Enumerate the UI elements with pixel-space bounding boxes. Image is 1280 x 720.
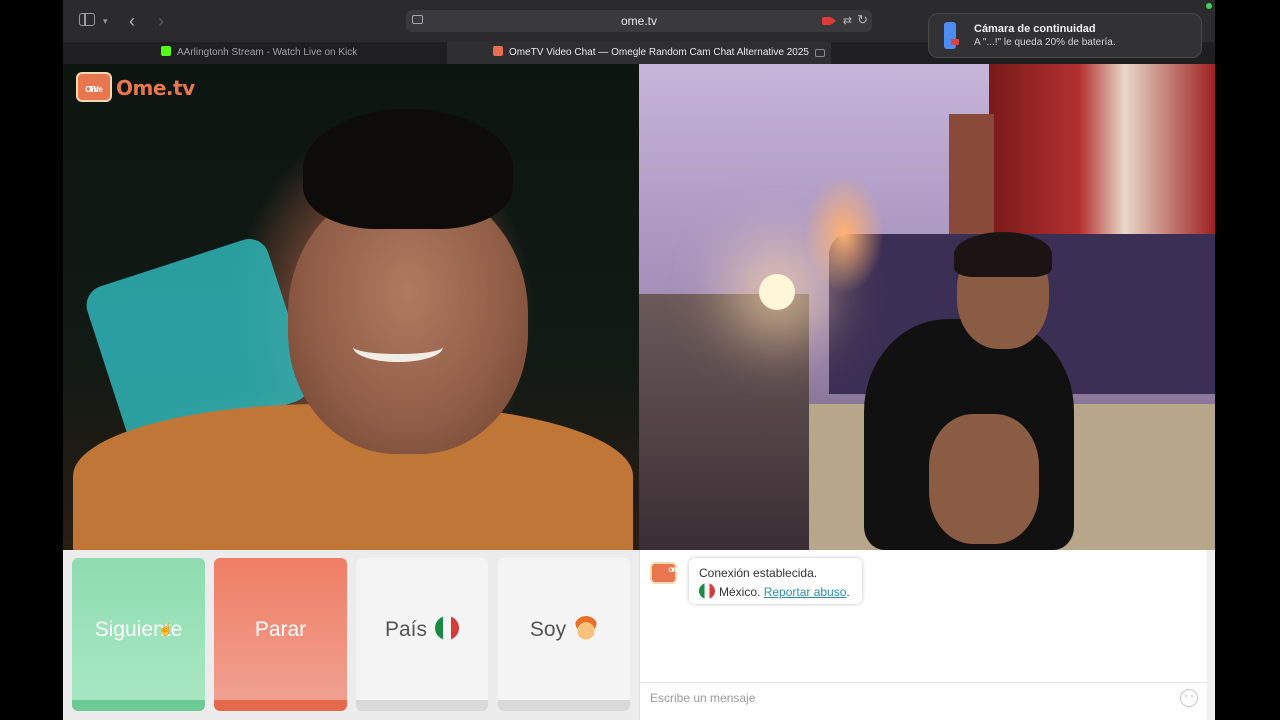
system-message-bubble: Conexión establecida. México. Reportar a…: [689, 558, 862, 604]
country-label: País: [384, 618, 428, 641]
video-scene-glow: [804, 174, 884, 294]
country-name: México.: [719, 585, 761, 599]
message-input[interactable]: Escribe un mensaje: [650, 691, 755, 705]
report-abuse-link[interactable]: Reportar abuso: [764, 585, 847, 599]
hand-cursor-icon: ☝: [158, 622, 173, 636]
translate-icon[interactable]: ⇄: [843, 14, 852, 27]
sidebar-icon[interactable]: [79, 13, 95, 26]
reload-icon[interactable]: ↻: [857, 12, 868, 28]
local-video-feed: Ome TV Ome.tv: [63, 64, 639, 550]
connection-message: Conexión establecida.: [699, 566, 818, 580]
video-scene-lamp: [759, 274, 795, 310]
tab-camera-icon[interactable]: [815, 49, 825, 57]
emoji-icon[interactable]: [1180, 689, 1198, 707]
stop-button[interactable]: Parar: [214, 558, 347, 711]
stop-label: Parar: [254, 618, 307, 641]
back-button[interactable]: ‹: [129, 0, 135, 42]
tab-title: AArlingtonh Stream - Watch Live on Kick: [177, 47, 358, 58]
message-input-bar: Escribe un mensaje: [640, 682, 1208, 712]
tab-title: OmeTV Video Chat — Omegle Random Cam Cha…: [509, 47, 809, 58]
chat-controls: Siguiente ☝ Parar País Soy: [63, 550, 639, 720]
video-scene-person-arm: [929, 414, 1039, 544]
boy-emoji-icon: [574, 616, 599, 640]
remote-video-feed: [639, 64, 1215, 550]
ometv-avatar-icon: Ome TV: [650, 562, 682, 584]
kick-favicon-icon: [161, 46, 171, 56]
next-button[interactable]: Siguiente ☝: [72, 558, 205, 711]
ometv-favicon-icon: [493, 46, 503, 56]
video-scene-hair: [303, 109, 513, 229]
address-bar[interactable]: ome.tv ⇄ ↻: [406, 10, 872, 32]
logo-text: Ome.tv: [116, 76, 195, 100]
gender-label: Soy: [529, 618, 567, 641]
tv-logo-icon: Ome TV: [76, 72, 112, 102]
phone-battery-icon: [944, 22, 959, 49]
forward-button[interactable]: ›: [158, 0, 164, 42]
video-scene-person-hair: [954, 232, 1052, 277]
screen: ▾ ‹ › ome.tv ⇄ ↻ AArlingtonh Stream - Wa…: [0, 0, 1280, 720]
avatar-badge-text: Ome TV: [668, 568, 682, 574]
notification-body: A "...!" le queda 20% de batería.: [974, 37, 1116, 48]
camera-indicator-icon[interactable]: [822, 17, 836, 25]
url-text[interactable]: ome.tv: [406, 10, 872, 32]
logo-badge-text: Ome TV: [85, 85, 103, 94]
gender-select-button[interactable]: Soy: [498, 558, 630, 711]
camera-active-dot: [1206, 3, 1212, 9]
notification-title: Cámara de continuidad: [974, 23, 1096, 35]
video-scene-shoe-rack: [639, 294, 809, 550]
mexico-flag-icon: [699, 583, 715, 599]
chevron-down-icon[interactable]: ▾: [103, 0, 108, 42]
mexico-flag-icon: [435, 616, 460, 640]
tab-ometv[interactable]: OmeTV Video Chat — Omegle Random Cam Cha…: [447, 42, 831, 64]
country-filter-button[interactable]: País: [356, 558, 488, 711]
text-chat-panel: Ome TV Conexión establecida. México. Repo…: [639, 550, 1215, 720]
continuity-camera-notification[interactable]: Cámara de continuidad A "...!" le queda …: [928, 13, 1202, 58]
country-line: México. Reportar abuso.: [699, 583, 852, 602]
chat-scrollbar[interactable]: [1207, 550, 1215, 720]
tab-kick-stream[interactable]: AArlingtonh Stream - Watch Live on Kick: [161, 42, 446, 64]
video-scene-smile: [353, 332, 443, 362]
